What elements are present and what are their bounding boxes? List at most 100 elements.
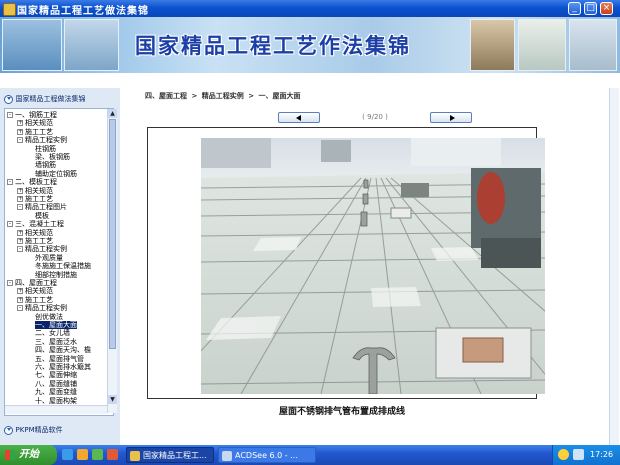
expand-toggle-icon[interactable]: + (17, 196, 23, 202)
previous-button[interactable] (278, 112, 320, 123)
breadcrumb-item-current: 一、屋面大面 (258, 92, 301, 100)
tree-item[interactable]: - 精品工程实例 (17, 304, 67, 312)
expand-toggle-icon[interactable]: + (17, 120, 23, 127)
tree-item[interactable]: 外观质量 (35, 254, 63, 262)
collapse-toggle-icon[interactable]: - (7, 179, 13, 186)
tree-item[interactable]: 柱钢筋 (35, 145, 56, 153)
tree-item-label: 三、混凝土工程 (15, 220, 64, 229)
expand-toggle-icon[interactable]: + (17, 238, 23, 244)
photo-caption: 屋面不锈钢排气管布置成排成线 (278, 407, 405, 417)
scroll-up-arrow-icon[interactable]: ▲ (108, 109, 117, 118)
tree-item-label: 施工工艺 (25, 295, 53, 304)
collapse-toggle-icon[interactable]: - (7, 221, 13, 228)
tree-item[interactable]: 冬施施工保温措施 (35, 262, 91, 270)
collapse-toggle-icon[interactable]: - (7, 112, 13, 118)
start-label: 开始 (19, 449, 39, 460)
collapse-toggle-icon[interactable]: - (17, 137, 23, 144)
tree-vertical-scrollbar[interactable]: ▲ ▼ (107, 109, 117, 413)
minimize-button[interactable]: _ (568, 2, 581, 15)
tree-item[interactable]: - 一、钢筋工程 (7, 111, 57, 119)
tree-item[interactable]: + 施工工艺 (17, 237, 53, 245)
tree-item[interactable]: 九、屋面变缝 (35, 388, 77, 396)
tree-view[interactable]: - 一、钢筋工程 + 相关规范 + 施工工艺 - 精品工程实例 柱钢筋 梁、板钢筋 墙钢筋 辅助定位钢… (4, 108, 114, 416)
expand-toggle-icon[interactable]: + (17, 229, 23, 236)
collapse-toggle-icon[interactable]: - (7, 280, 13, 286)
tree-item-label: 一、屋面大面 (35, 321, 77, 329)
tree-item[interactable]: 辅助定位钢筋 (35, 170, 77, 178)
tree-item[interactable]: 一、屋面大面 (35, 321, 77, 329)
tree-item[interactable]: 创优做法 (35, 313, 63, 321)
task-window-acdsee[interactable]: ACDSee 6.0 - ... (218, 447, 316, 463)
tree-item[interactable]: + 相关规范 (17, 187, 53, 195)
pkpm-section-header[interactable]: PKPM精品软件 (4, 425, 116, 437)
breadcrumb-separator: > (191, 92, 198, 100)
breadcrumb-item[interactable]: 精品工程实例 (202, 92, 244, 100)
tree-item[interactable]: - 二、模板工程 (7, 178, 57, 186)
scroll-thumb[interactable] (109, 119, 116, 349)
tree-item[interactable]: 梁、板钢筋 (35, 153, 70, 161)
collapse-circle-icon[interactable] (4, 94, 13, 104)
quicklaunch-media-icon[interactable] (92, 449, 103, 460)
tree-item[interactable]: 模板 (35, 212, 49, 220)
breadcrumb: 四、屋面工程 > 精品工程实例 > 一、屋面大面 (145, 91, 303, 101)
tree-horizontal-scrollbar[interactable] (5, 405, 107, 414)
quicklaunch-ie-icon[interactable] (62, 449, 73, 460)
tree-item[interactable]: + 施工工艺 (17, 195, 53, 203)
tree-item[interactable]: 二、女儿墙 (35, 329, 70, 337)
app-icon (3, 3, 16, 16)
content-vertical-scrollbar[interactable] (609, 88, 619, 445)
next-button[interactable] (430, 112, 472, 123)
tree-item[interactable]: 四、屋面天沟、檐 (35, 346, 91, 354)
start-button[interactable]: 开始 (0, 445, 57, 465)
collapse-toggle-icon[interactable]: - (17, 246, 23, 253)
close-button[interactable]: × (600, 2, 613, 15)
tree-item[interactable]: + 施工工艺 (17, 296, 53, 304)
banner-photo-structure (64, 19, 119, 71)
tree-item[interactable]: - 精品工程实例 (17, 136, 67, 144)
tree-item[interactable]: 八、屋面缝铺 (35, 380, 77, 388)
tree-item[interactable]: 七、屋面伸缩 (35, 371, 77, 379)
expand-toggle-icon[interactable]: + (17, 288, 23, 295)
task-window-main[interactable]: 国家精品工程工... (126, 447, 214, 463)
maximize-button[interactable]: □ (584, 2, 597, 15)
collapse-toggle-icon[interactable]: - (17, 204, 23, 211)
tree-item-label: 施工工艺 (25, 195, 53, 203)
breadcrumb-item[interactable]: 四、屋面工程 (145, 92, 187, 100)
tree-item-label: 外观质量 (35, 253, 63, 262)
tree-item[interactable]: - 精品工程实例 (17, 245, 67, 253)
breadcrumb-separator: > (248, 92, 255, 100)
tree-item[interactable]: - 四、屋面工程 (7, 279, 57, 287)
scroll-down-arrow-icon[interactable]: ▼ (108, 395, 117, 404)
collapse-toggle-icon[interactable]: - (17, 305, 23, 312)
tree-item[interactable]: 细部控制措施 (35, 271, 77, 279)
window-title: 国家精品工程工艺做法集锦 (17, 6, 149, 17)
tree-item[interactable]: 墙钢筋 (35, 161, 56, 169)
expand-toggle-icon[interactable]: + (17, 128, 23, 135)
tree-item[interactable]: + 施工工艺 (17, 128, 53, 136)
tree-item[interactable]: + 相关规范 (17, 229, 53, 237)
tree-header[interactable]: 国家精品工程做法集锦 (4, 94, 116, 108)
tray-volume-icon[interactable] (558, 449, 569, 460)
quicklaunch-folder-icon[interactable] (77, 449, 88, 460)
pkpm-label: PKPM精品软件 (15, 426, 63, 434)
expand-circle-icon[interactable] (4, 425, 13, 435)
tree-item[interactable]: + 相关规范 (17, 119, 53, 127)
arrow-right-icon (450, 115, 455, 121)
tree-item-label: 细部控制措施 (35, 270, 77, 279)
tree-item-label: 七、屋面伸缩 (35, 371, 77, 380)
tray-network-icon[interactable] (573, 449, 584, 460)
tree-item[interactable]: 六、屋面排水簸其 (35, 363, 91, 371)
tree-item[interactable]: + 相关规范 (17, 287, 53, 295)
tree-item-label: 柱钢筋 (35, 144, 56, 153)
tree-item[interactable]: 五、屋面排气管 (35, 355, 84, 363)
expand-toggle-icon[interactable]: + (17, 187, 23, 194)
tree-item[interactable]: - 三、混凝土工程 (7, 220, 64, 228)
quicklaunch-app-icon[interactable] (107, 449, 118, 460)
tree-header-label: 国家精品工程做法集锦 (15, 95, 86, 103)
expand-toggle-icon[interactable]: + (17, 296, 23, 303)
tree-item[interactable]: - 精品工程图片 (17, 203, 67, 211)
windows-logo-icon (5, 450, 15, 460)
tree-item[interactable]: 三、屋面泛水 (35, 338, 77, 346)
title-bar[interactable]: 国家精品工程工艺做法集锦 _ □ × (0, 0, 620, 17)
tree-item[interactable]: 十、屋面构架 (35, 397, 77, 405)
